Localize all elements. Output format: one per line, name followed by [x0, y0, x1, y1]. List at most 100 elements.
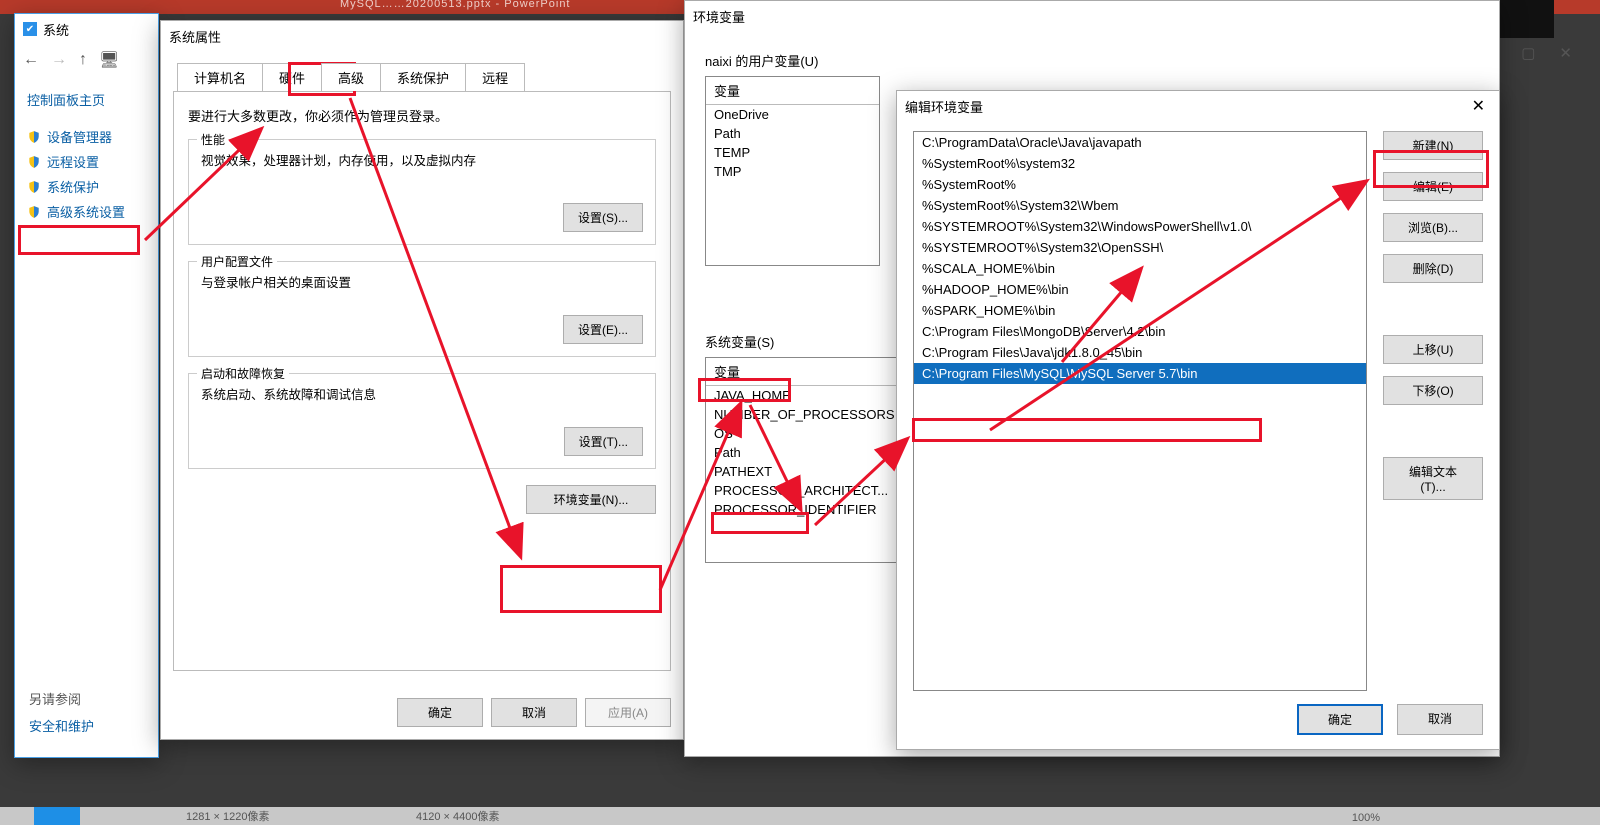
sys-var-item[interactable]: JAVA_HOME — [706, 386, 909, 405]
sysprops-pane: 要进行大多数更改，你必须作为管理员登录。 性能 视觉效果，处理器计划，内存使用，… — [173, 91, 671, 671]
tab-system-protection[interactable]: 系统保护 — [380, 63, 466, 91]
sysprops-cancel-button[interactable]: 取消 — [491, 698, 577, 727]
new-button[interactable]: 新建(N) — [1383, 131, 1483, 160]
sys-var-item[interactable]: PROCESSOR_ARCHITECT... — [706, 481, 909, 500]
startup-group: 启动和故障恢复 系统启动、系统故障和调试信息 设置(T)... — [188, 373, 656, 469]
sys-var-item[interactable]: NUMBER_OF_PROCESSORS — [706, 405, 909, 424]
performance-desc: 视觉效果，处理器计划，内存使用，以及虚拟内存 — [201, 150, 643, 169]
system-title: 系统 — [43, 20, 69, 39]
sys-vars-listbox[interactable]: 变量 JAVA_HOMENUMBER_OF_PROCESSORSOSPathPA… — [705, 357, 910, 563]
profiles-desc: 与登录帐户相关的桌面设置 — [201, 272, 643, 291]
advanced-system-settings-link[interactable]: 高级系统设置 — [27, 202, 148, 221]
performance-group: 性能 视觉效果，处理器计划，内存使用，以及虚拟内存 设置(S)... — [188, 139, 656, 245]
status-zoom: 100% — [1352, 812, 1380, 824]
path-entry[interactable]: %SystemRoot% — [914, 174, 1366, 195]
monitor-icon[interactable]: 🖥 — [99, 50, 119, 70]
shield-icon — [27, 130, 41, 144]
tab-remote[interactable]: 远程 — [465, 63, 525, 91]
shield-icon — [27, 155, 41, 169]
sysprops-ok-button[interactable]: 确定 — [397, 698, 483, 727]
tab-hardware[interactable]: 硬件 — [262, 63, 322, 91]
envvars-titlebar: 环境变量 — [685, 1, 1499, 31]
sys-var-item[interactable]: OS — [706, 424, 909, 443]
tab-advanced[interactable]: 高级 — [321, 63, 381, 91]
edit-button[interactable]: 编辑(E) — [1383, 172, 1483, 201]
path-entry[interactable]: %SPARK_HOME%\bin — [914, 300, 1366, 321]
profiles-group: 用户配置文件 与登录帐户相关的桌面设置 设置(E)... — [188, 261, 656, 357]
user-vars-label: naixi 的用户变量(U) — [705, 51, 1499, 70]
sys-var-item[interactable]: Path — [706, 443, 909, 462]
restore-icon[interactable]: ▢ — [1521, 44, 1535, 62]
sysprops-apply-button[interactable]: 应用(A) — [585, 698, 671, 727]
nav-back-icon[interactable]: ← — [23, 51, 39, 69]
system-protection-link[interactable]: 系统保护 — [27, 177, 148, 196]
security-maintenance-link[interactable]: 安全和维护 — [29, 716, 94, 735]
admin-notice: 要进行大多数更改，你必须作为管理员登录。 — [188, 106, 656, 125]
path-entry[interactable]: C:\ProgramData\Oracle\Java\javapath — [914, 132, 1366, 153]
editenv-close-icon[interactable]: ✕ — [1466, 96, 1491, 116]
editenv-cancel-button[interactable]: 取消 — [1397, 704, 1483, 735]
profiles-group-title: 用户配置文件 — [197, 253, 277, 270]
user-var-item[interactable]: TMP — [706, 162, 879, 181]
user-vars-col-header[interactable]: 变量 — [706, 77, 879, 105]
sysprops-title: 系统属性 — [169, 27, 221, 46]
sys-var-item[interactable]: PATHEXT — [706, 462, 909, 481]
envvars-title: 环境变量 — [693, 7, 745, 26]
delete-button[interactable]: 删除(D) — [1383, 254, 1483, 283]
control-panel-home-link[interactable]: 控制面板主页 — [27, 90, 148, 109]
sysprops-titlebar: 系统属性 — [161, 21, 683, 51]
editenv-footer: 确定 取消 — [1297, 704, 1483, 735]
startup-desc: 系统启动、系统故障和调试信息 — [201, 384, 643, 403]
startup-group-title: 启动和故障恢复 — [197, 365, 289, 382]
path-entry[interactable]: %SCALA_HOME%\bin — [914, 258, 1366, 279]
device-manager-link[interactable]: 设备管理器 — [27, 127, 148, 146]
user-var-item[interactable]: OneDrive — [706, 105, 879, 124]
status-dim2: 4120 × 4400像素 — [416, 808, 499, 824]
close-icon[interactable]: ✕ — [1559, 44, 1572, 62]
editenv-side-buttons: 新建(N) 编辑(E) 浏览(B)... 删除(D) 上移(U) 下移(O) 编… — [1383, 131, 1483, 691]
system-properties-window: 系统属性 计算机名 硬件 高级 系统保护 远程 要进行大多数更改，你必须作为管理… — [160, 20, 684, 740]
nav-bar: ← → ↑ 🖥 — [15, 44, 158, 76]
status-bar: 1281 × 1220像素 4120 × 4400像素 100% — [0, 807, 1600, 825]
path-entries-list[interactable]: C:\ProgramData\Oracle\Java\javapath%Syst… — [913, 131, 1367, 691]
user-var-item[interactable]: TEMP — [706, 143, 879, 162]
system-titlebar: ✔ 系统 — [15, 14, 158, 44]
profiles-settings-button[interactable]: 设置(E)... — [563, 315, 643, 344]
sys-var-item[interactable]: PROCESSOR_IDENTIFIER — [706, 500, 909, 519]
status-dim1: 1281 × 1220像素 — [186, 808, 269, 824]
environment-variables-button[interactable]: 环境变量(N)... — [526, 485, 656, 514]
editenv-ok-button[interactable]: 确定 — [1297, 704, 1383, 735]
sysprops-tabs: 计算机名 硬件 高级 系统保护 远程 — [161, 51, 683, 91]
edit-env-var-window: 编辑环境变量 ✕ C:\ProgramData\Oracle\Java\java… — [896, 90, 1500, 750]
powerpoint-filename: MySQL……20200513.pptx - PowerPoint — [340, 0, 571, 10]
performance-settings-button[interactable]: 设置(S)... — [563, 203, 643, 232]
startup-settings-button[interactable]: 设置(T)... — [564, 427, 643, 456]
path-entry[interactable]: %HADOOP_HOME%\bin — [914, 279, 1366, 300]
taskbar-active-segment — [34, 807, 80, 825]
see-also-label: 另请参阅 — [29, 689, 94, 708]
move-down-button[interactable]: 下移(O) — [1383, 376, 1483, 405]
shield-icon — [27, 180, 41, 194]
move-up-button[interactable]: 上移(U) — [1383, 335, 1483, 364]
shield-icon — [27, 205, 41, 219]
path-entry[interactable]: %SystemRoot%\system32 — [914, 153, 1366, 174]
system-icon: ✔ — [23, 22, 37, 36]
path-entry[interactable]: %SYSTEMROOT%\System32\OpenSSH\ — [914, 237, 1366, 258]
sys-vars-col-header[interactable]: 变量 — [706, 358, 909, 386]
path-entry[interactable]: C:\Program Files\MySQL\MySQL Server 5.7\… — [914, 363, 1366, 384]
path-entry[interactable]: %SystemRoot%\System32\Wbem — [914, 195, 1366, 216]
browse-button[interactable]: 浏览(B)... — [1383, 213, 1483, 242]
path-entry[interactable]: %SYSTEMROOT%\System32\WindowsPowerShell\… — [914, 216, 1366, 237]
remote-settings-link[interactable]: 远程设置 — [27, 152, 148, 171]
editenv-titlebar: 编辑环境变量 ✕ — [897, 91, 1499, 121]
system-window: ✔ 系统 ← → ↑ 🖥 控制面板主页 设备管理器 远程设置 系统保护 高级系统… — [14, 13, 159, 758]
path-entry[interactable]: C:\Program Files\MongoDB\Server\4.2\bin — [914, 321, 1366, 342]
nav-up-icon[interactable]: ↑ — [79, 51, 87, 69]
path-entry[interactable]: C:\Program Files\Java\jdk1.8.0_45\bin — [914, 342, 1366, 363]
nav-fwd-icon[interactable]: → — [51, 51, 67, 69]
tab-computer-name[interactable]: 计算机名 — [177, 63, 263, 91]
user-vars-listbox[interactable]: 变量 OneDrivePathTEMPTMP — [705, 76, 880, 266]
performance-group-title: 性能 — [197, 131, 229, 148]
user-var-item[interactable]: Path — [706, 124, 879, 143]
edit-text-button[interactable]: 编辑文本(T)... — [1383, 457, 1483, 500]
